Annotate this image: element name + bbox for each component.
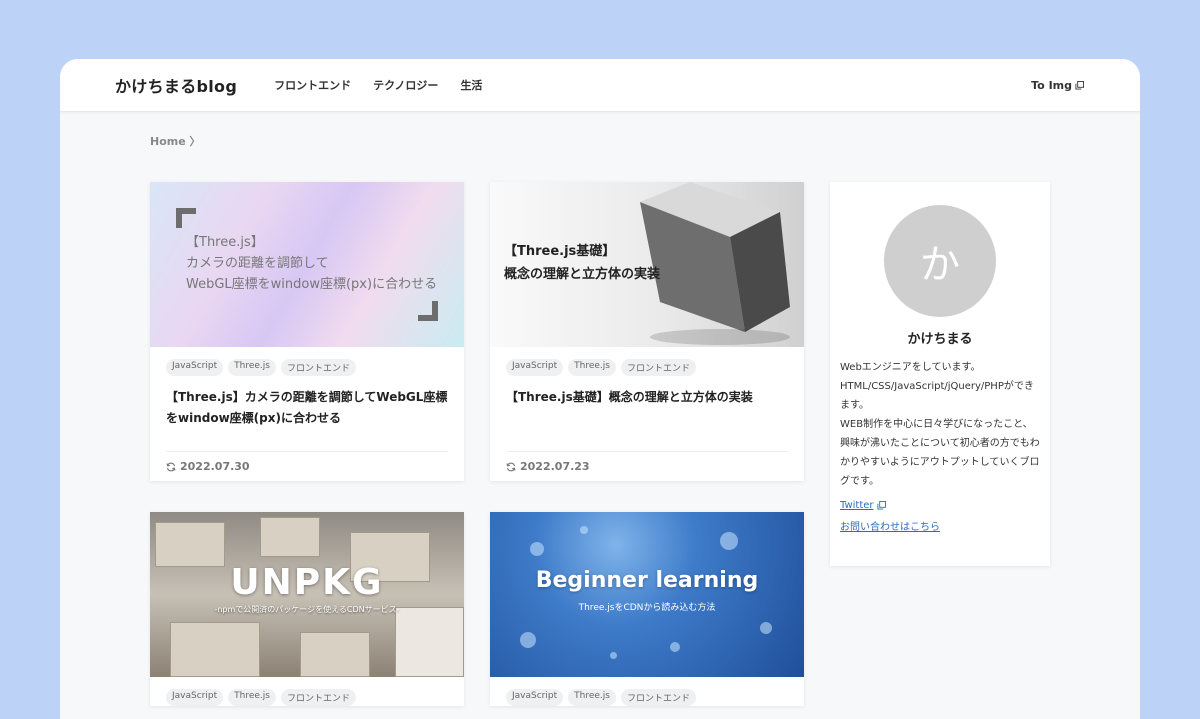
browser-window: かけちまるblog フロントエンド テクノロジー 生活 To Img Home … [60, 59, 1140, 719]
thumbnail-title: Beginner learning [535, 568, 759, 593]
tag[interactable]: JavaScript [506, 359, 564, 376]
post-thumbnail: 【Three.js基礎】 概念の理解と立方体の実装 [490, 182, 804, 347]
nav-item-frontend[interactable]: フロントエンド [274, 77, 351, 93]
tag-list: JavaScript Three.js フロントエンド [506, 689, 788, 706]
post-card[interactable]: 【Three.js基礎】 概念の理解と立方体の実装 JavaScript Thr… [490, 182, 804, 481]
thumbnail-subtitle: Three.jsをCDNから読み込む方法 [578, 603, 716, 613]
thumbnail-title: UNPKG [230, 562, 384, 603]
profile-bio: Webエンジニアをしています。 HTML/CSS/JavaScript/jQue… [840, 362, 1040, 487]
tag[interactable]: Three.js [568, 689, 616, 706]
tag[interactable]: フロントエンド [620, 359, 696, 376]
tag[interactable]: JavaScript [506, 689, 564, 706]
particle [610, 652, 617, 659]
tag[interactable]: フロントエンド [620, 689, 696, 706]
post-thumbnail: UNPKG -npmで公開済のパッケージを使えるCDNサービス- [150, 512, 464, 677]
box-shape [395, 607, 464, 677]
to-img-link[interactable]: To Img [1031, 79, 1084, 92]
particle [720, 532, 738, 550]
bracket-decoration [176, 208, 196, 228]
post-meta: 2022.07.30 [166, 451, 448, 481]
post-card[interactable]: UNPKG -npmで公開済のパッケージを使えるCDNサービス- JavaScr… [150, 512, 464, 706]
post-card[interactable]: 【Three.js】 カメラの距離を調節して WebGL座標をwindow座標(… [150, 182, 464, 481]
twitter-link[interactable]: Twitter [840, 500, 1040, 511]
thumbnail-subtitle: -npmで公開済のパッケージを使えるCDNサービス- [214, 605, 400, 614]
bracket-decoration [418, 301, 438, 321]
post-title[interactable]: 【Three.js基礎】概念の理解と立方体の実装 [506, 387, 788, 451]
site-header: かけちまるblog フロントエンド テクノロジー 生活 To Img [60, 59, 1140, 112]
particle [580, 526, 588, 534]
tag[interactable]: Three.js [568, 359, 616, 376]
tag[interactable]: フロントエンド [280, 359, 356, 376]
tag[interactable]: JavaScript [166, 359, 224, 376]
post-thumbnail: Beginner learning Three.jsをCDNから読み込む方法 [490, 512, 804, 677]
tag-list: JavaScript Three.js フロントエンド [166, 689, 448, 706]
box-shape [155, 522, 225, 567]
particle [520, 632, 536, 648]
tag[interactable]: Three.js [228, 359, 276, 376]
thumbnail-text: 【Three.js】 カメラの距離を調節して WebGL座標をwindow座標(… [186, 235, 438, 292]
particle [760, 622, 772, 634]
external-link-icon [1075, 80, 1084, 90]
external-link-icon [876, 501, 886, 510]
profile-widget: か かけちまる Webエンジニアをしています。 HTML/CSS/JavaScr… [830, 182, 1050, 566]
twitter-label: Twitter [840, 500, 874, 511]
post-card[interactable]: Beginner learning Three.jsをCDNから読み込む方法 J… [490, 512, 804, 706]
post-date: 2022.07.23 [520, 460, 590, 473]
avatar: か [884, 205, 996, 317]
tag[interactable]: フロントエンド [280, 689, 356, 706]
update-icon [166, 462, 176, 471]
box-shape [260, 517, 320, 557]
post-thumbnail: 【Three.js】 カメラの距離を調節して WebGL座標をwindow座標(… [150, 182, 464, 347]
particle [670, 642, 680, 652]
profile-name: かけちまる [907, 332, 973, 347]
main-nav: フロントエンド テクノロジー 生活 [274, 77, 482, 93]
particle [530, 542, 544, 556]
box-shape [300, 632, 370, 677]
tag[interactable]: Three.js [228, 689, 276, 706]
site-logo[interactable]: かけちまるblog [115, 73, 237, 97]
tag-list: JavaScript Three.js フロントエンド [166, 359, 448, 376]
breadcrumb[interactable]: Home 〉 [150, 133, 201, 149]
contact-link[interactable]: お問い合わせはこちら [840, 518, 1040, 533]
box-shape [170, 622, 260, 677]
post-title[interactable]: 【Three.js】カメラの距離を調節してWebGL座標をwindow座標(px… [166, 387, 448, 451]
nav-item-technology[interactable]: テクノロジー [373, 77, 438, 93]
post-meta: 2022.07.23 [506, 451, 788, 481]
thumbnail-text: 【Three.js基礎】 概念の理解と立方体の実装 [504, 244, 661, 282]
to-img-label: To Img [1031, 78, 1072, 92]
tag-list: JavaScript Three.js フロントエンド [506, 359, 788, 376]
tag[interactable]: JavaScript [166, 689, 224, 706]
nav-item-life[interactable]: 生活 [460, 77, 482, 93]
post-date: 2022.07.30 [180, 460, 250, 473]
update-icon [506, 462, 516, 471]
